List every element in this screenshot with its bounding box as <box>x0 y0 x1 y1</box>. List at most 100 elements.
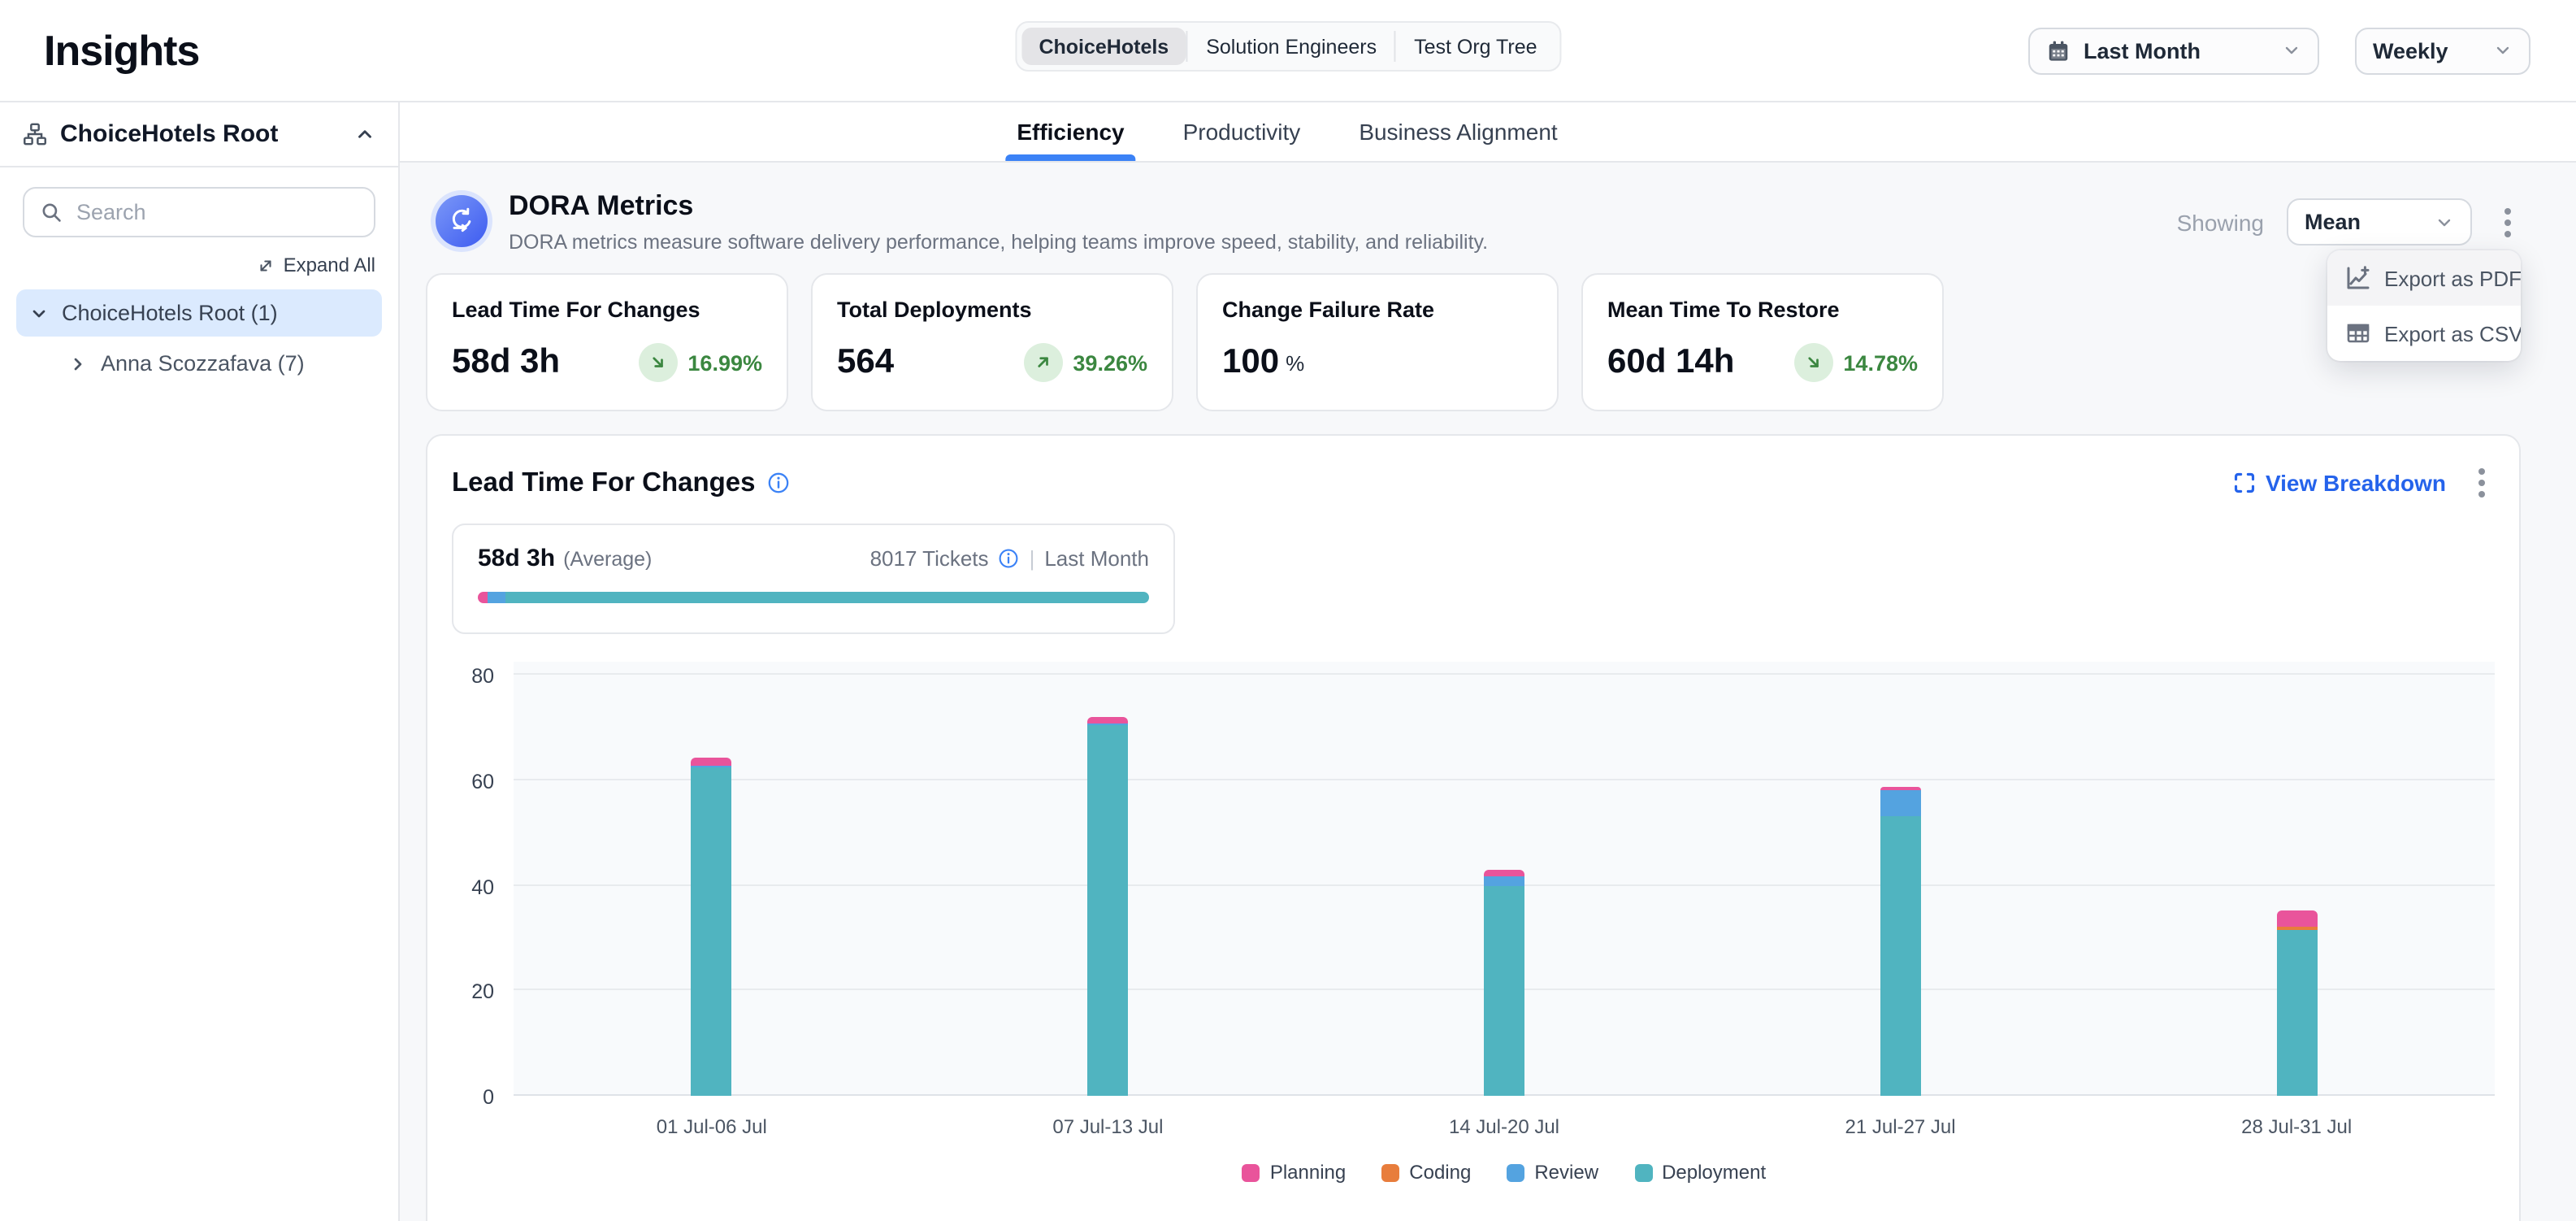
tab-efficiency[interactable]: Efficiency <box>1012 102 1129 161</box>
tab-productivity[interactable]: Productivity <box>1178 102 1306 161</box>
chevron-down-icon <box>2435 212 2454 232</box>
period-select-value: Last Month <box>2084 38 2201 63</box>
summary-value: 58d 3h <box>478 545 555 572</box>
menu-item-label: Export as CSV <box>2384 321 2521 345</box>
expand-all-label: Expand All <box>284 254 375 276</box>
expand-diagonal-icon <box>258 256 275 274</box>
bar-segment-deployment <box>1087 725 1128 1096</box>
trend-value: 14.78% <box>1843 350 1918 375</box>
summary-period: Last Month <box>1044 546 1149 571</box>
dora-subtitle: DORA metrics measure software delivery p… <box>509 231 1488 254</box>
expand-all-button[interactable]: Expand All <box>23 254 375 276</box>
dora-kebab-menu-icon[interactable] <box>2495 204 2521 240</box>
showing-select[interactable]: Mean <box>2287 198 2472 246</box>
trend-down-icon <box>639 343 678 382</box>
metric-unit: % <box>1286 350 1304 375</box>
sprint-cycle-icon <box>436 195 488 247</box>
table-icon <box>2345 320 2371 346</box>
bar-segment-review <box>1484 877 1524 885</box>
tree-item-label: ChoiceHotels Root (1) <box>62 301 278 325</box>
stacked-bar-1[interactable] <box>692 758 732 1096</box>
card-mean-time-to-restore: Mean Time To Restore 60d 14h 14.78% <box>1581 273 1944 411</box>
trend-down-icon <box>1794 343 1833 382</box>
x-axis-label: 21 Jul-27 Jul <box>1702 1115 2099 1138</box>
chart-slot <box>2098 662 2495 1096</box>
stacked-bar-5[interactable] <box>2276 910 2317 1096</box>
period-select[interactable]: Last Month <box>2028 27 2319 74</box>
sidebar-header[interactable]: ChoiceHotels Root <box>0 102 398 167</box>
metric-value: 100 <box>1222 343 1279 382</box>
metric-title: Mean Time To Restore <box>1607 298 1918 322</box>
bar-segment-planning <box>1087 717 1128 723</box>
chevron-down-icon <box>2282 41 2301 60</box>
bar-segment-deployment <box>2276 929 2317 1096</box>
legend-label: Review <box>1534 1161 1598 1184</box>
insights-app: Insights ChoiceHotels Solution Engineers… <box>0 0 2576 1221</box>
org-tab-choicehotels[interactable]: ChoiceHotels <box>1021 28 1186 65</box>
card-change-failure-rate: Change Failure Rate 100 % <box>1196 273 1559 411</box>
tab-business-alignment[interactable]: Business Alignment <box>1354 102 1562 161</box>
org-tab-test-org-tree[interactable]: Test Org Tree <box>1396 28 1555 65</box>
info-icon[interactable] <box>767 471 790 494</box>
org-hierarchy-icon <box>23 122 47 146</box>
legend-item-coding[interactable]: Coding <box>1381 1161 1471 1184</box>
legend-marker <box>1242 1163 1260 1181</box>
bar-segment-review <box>1880 791 1921 817</box>
y-tick-label: 60 <box>471 771 494 793</box>
dora-title: DORA Metrics <box>509 190 1488 223</box>
legend-item-review[interactable]: Review <box>1507 1161 1598 1184</box>
chart-plot <box>514 662 2495 1096</box>
search-input[interactable] <box>76 200 358 224</box>
legend-marker <box>1634 1163 1652 1181</box>
chevron-up-icon[interactable] <box>354 124 375 145</box>
chart-kebab-menu-icon[interactable] <box>2469 465 2495 501</box>
view-breakdown-label: View Breakdown <box>2266 470 2446 496</box>
dora-header: DORA Metrics DORA metrics measure softwa… <box>426 185 2521 254</box>
org-segmented-control: ChoiceHotels Solution Engineers Test Org… <box>1014 21 1561 72</box>
bar-segment-planning <box>2276 910 2317 928</box>
org-tree-sidebar: ChoiceHotels Root Expand All <box>0 102 400 1221</box>
dora-metric-cards: Lead Time For Changes 58d 3h 16.99% <box>426 273 2521 411</box>
granularity-select[interactable]: Weekly <box>2355 27 2530 74</box>
tree-item-choicehotels-root[interactable]: ChoiceHotels Root (1) <box>16 289 382 337</box>
org-tab-solution-engineers[interactable]: Solution Engineers <box>1188 28 1394 65</box>
legend-item-deployment[interactable]: Deployment <box>1634 1161 1766 1184</box>
tabs-bar: Efficiency Productivity Business Alignme… <box>400 102 2576 163</box>
section-title: Lead Time For Changes <box>452 467 756 498</box>
phase-segment-review <box>488 592 505 603</box>
tree-search[interactable] <box>23 187 375 237</box>
phase-progress-bar <box>478 592 1149 603</box>
menu-item-export-pdf[interactable]: Export as PDF <box>2327 250 2521 306</box>
tickets-count: 8017 Tickets <box>870 546 989 571</box>
org-tree: ChoiceHotels Root (1) Anna Scozzafava (7… <box>16 289 382 387</box>
stacked-bar-3[interactable] <box>1484 869 1524 1096</box>
legend-label: Deployment <box>1662 1161 1766 1184</box>
menu-item-export-csv[interactable]: Export as CSV <box>2327 306 2521 361</box>
trend-badge: 16.99% <box>639 343 762 382</box>
trend-badge: 14.78% <box>1794 343 1918 382</box>
info-icon[interactable] <box>999 548 1020 569</box>
legend-item-planning[interactable]: Planning <box>1242 1161 1346 1184</box>
metric-value: 58d 3h <box>452 343 560 382</box>
bar-segment-deployment <box>692 767 732 1096</box>
bar-segment-planning <box>692 758 732 766</box>
metric-title: Change Failure Rate <box>1222 298 1533 322</box>
chevron-down-icon[interactable] <box>29 303 49 323</box>
expand-corners-icon <box>2233 471 2256 494</box>
divider: | <box>1030 546 1035 571</box>
stacked-bar-4[interactable] <box>1880 787 1921 1096</box>
chart-slot <box>1306 662 1702 1096</box>
tree-item-anna-scozzafava[interactable]: Anna Scozzafava (7) <box>55 340 382 387</box>
stacked-bar-2[interactable] <box>1087 717 1128 1096</box>
bar-segment-deployment <box>1880 817 1921 1096</box>
chart-legend: Planning Coding Review Deployment <box>514 1161 2495 1184</box>
bar-segment-deployment <box>1484 885 1524 1096</box>
view-breakdown-button[interactable]: View Breakdown <box>2233 470 2446 496</box>
y-tick-label: 80 <box>471 665 494 688</box>
export-menu: Export as PDF Export as CSV <box>2327 250 2521 361</box>
main-panel: Efficiency Productivity Business Alignme… <box>400 102 2576 1221</box>
metric-value: 564 <box>837 343 894 382</box>
x-axis-label: 07 Jul-13 Jul <box>910 1115 1307 1138</box>
trend-up-icon <box>1024 343 1063 382</box>
chevron-right-icon[interactable] <box>68 354 88 373</box>
